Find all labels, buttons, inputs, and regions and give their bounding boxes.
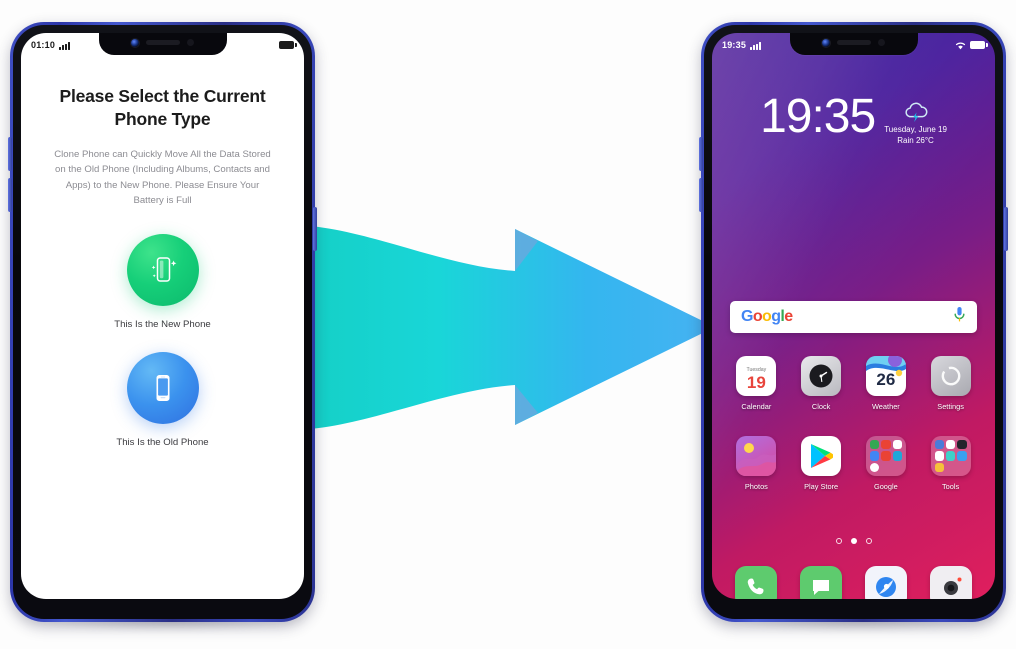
google-folder-icon (865, 436, 906, 476)
app-photos[interactable]: Photos (727, 436, 785, 491)
power-key[interactable] (1004, 207, 1008, 251)
app-calendar[interactable]: Tuesday 19 Calendar (727, 356, 785, 411)
old-phone-screen: 01:10 Please Select the Current Phone Ty… (21, 33, 304, 599)
clone-phone-content: Please Select the Current Phone Type Clo… (21, 33, 304, 599)
clock-widget-weather: Rain 26°C (897, 136, 934, 145)
microphone-icon[interactable] (953, 306, 966, 328)
proximity-sensor-icon (878, 39, 885, 46)
thunderstorm-cloud-icon (884, 101, 947, 123)
google-logo: Google (741, 308, 793, 326)
battery-icon (970, 41, 988, 49)
app-row-1: Tuesday 19 Calendar Clock 26 Weather Set… (724, 356, 983, 411)
app-row-2: Photos Play Store Google Tools (724, 436, 983, 491)
option-new-phone-label: This Is the New Phone (114, 318, 211, 330)
option-new-phone[interactable]: This Is the New Phone (47, 233, 278, 330)
volume-down-key[interactable] (699, 178, 703, 212)
old-phone-device: 01:10 Please Select the Current Phone Ty… (8, 22, 317, 632)
device-frame: 01:10 Please Select the Current Phone Ty… (8, 22, 317, 622)
google-logo-letter: o (762, 308, 772, 325)
weather-temp: 26 (876, 370, 896, 389)
volume-up-key[interactable] (699, 137, 703, 171)
earpiece-speaker-icon (146, 40, 180, 45)
app-label: Weather (871, 402, 900, 411)
front-camera-icon (822, 38, 830, 47)
weather-icon: 26 (865, 356, 906, 396)
app-label: Calendar (741, 402, 772, 411)
google-search-bar[interactable]: Google (730, 301, 977, 333)
app-label: Settings (937, 402, 964, 411)
page-indicator (712, 538, 995, 544)
calendar-day-number: 19 (746, 372, 766, 392)
volume-up-key[interactable] (8, 137, 12, 171)
app-label: Play Store (804, 482, 839, 491)
app-label: Google (873, 482, 898, 491)
phone-handset-icon[interactable] (735, 566, 778, 599)
clock-time: 19:35 (760, 90, 876, 143)
device-bezel: 01:10 Please Select the Current Phone Ty… (13, 25, 312, 619)
proximity-sensor-icon (187, 39, 194, 46)
page-dot[interactable] (865, 538, 872, 544)
phone-icon (126, 351, 199, 424)
app-clock[interactable]: Clock (792, 356, 850, 411)
calendar-day-name: Tuesday (746, 366, 767, 373)
settings-icon (930, 356, 971, 396)
option-old-phone[interactable]: This Is the Old Phone (47, 351, 278, 448)
app-weather[interactable]: 26 Weather (857, 356, 915, 411)
page-dot-active[interactable] (850, 538, 857, 544)
front-camera-icon (131, 38, 139, 47)
status-time: 19:35 (722, 40, 747, 50)
right-arrow-icon (290, 225, 715, 430)
browser-icon[interactable] (864, 566, 907, 599)
signal-bars-icon (59, 42, 71, 50)
new-phone-screen: 19:35 19:35 Tuesday, June 19 Rain 26°C G… (712, 33, 995, 599)
screenshot-stage: 01:10 Please Select the Current Phone Ty… (0, 0, 1016, 649)
earpiece-speaker-icon (837, 40, 871, 45)
device-bezel: 19:35 19:35 Tuesday, June 19 Rain 26°C G… (704, 25, 1003, 619)
status-time: 01:10 (31, 40, 56, 50)
signal-bars-icon (750, 42, 762, 50)
notch (789, 33, 918, 55)
app-settings[interactable]: Settings (922, 356, 980, 411)
folder-google[interactable]: Google (857, 436, 915, 491)
clock-widget[interactable]: 19:35 Tuesday, June 19 Rain 26°C (712, 90, 995, 145)
page-title: Please Select the Current Phone Type (59, 86, 266, 130)
page-description: Clone Phone can Quickly Move All the Dat… (54, 149, 271, 206)
photos-icon (736, 436, 777, 476)
app-label: Clock (811, 402, 831, 411)
page-dot[interactable] (835, 538, 842, 544)
play-store-icon (801, 436, 842, 476)
app-play-store[interactable]: Play Store (792, 436, 850, 491)
google-logo-letter: G (741, 308, 753, 325)
wifi-icon (955, 41, 966, 50)
google-logo-letter: o (752, 308, 763, 325)
new-phone-device: 19:35 19:35 Tuesday, June 19 Rain 26°C G… (699, 22, 1008, 632)
weather-info: Tuesday, June 19 Rain 26°C (884, 101, 947, 145)
tools-folder-icon (930, 436, 971, 476)
app-label: Tools (941, 482, 960, 491)
option-old-phone-label: This Is the Old Phone (116, 436, 209, 448)
notch (98, 33, 227, 55)
message-bubble-icon[interactable] (800, 566, 843, 599)
clock-widget-date: Tuesday, June 19 (884, 125, 947, 134)
device-frame: 19:35 19:35 Tuesday, June 19 Rain 26°C G… (699, 22, 1008, 622)
power-key[interactable] (313, 207, 317, 251)
camera-icon[interactable] (929, 566, 972, 599)
google-logo-letter: e (784, 308, 793, 325)
transfer-arrow (290, 225, 715, 430)
sparkling-phone-icon (126, 233, 199, 306)
volume-down-key[interactable] (8, 178, 12, 212)
app-label: Photos (744, 482, 768, 491)
home-screen: 19:35 Tuesday, June 19 Rain 26°C Google … (712, 33, 995, 599)
battery-icon (279, 41, 297, 49)
dock (724, 566, 983, 599)
calendar-icon: Tuesday 19 (736, 356, 777, 396)
clock-icon (801, 356, 842, 396)
folder-tools[interactable]: Tools (922, 436, 980, 491)
